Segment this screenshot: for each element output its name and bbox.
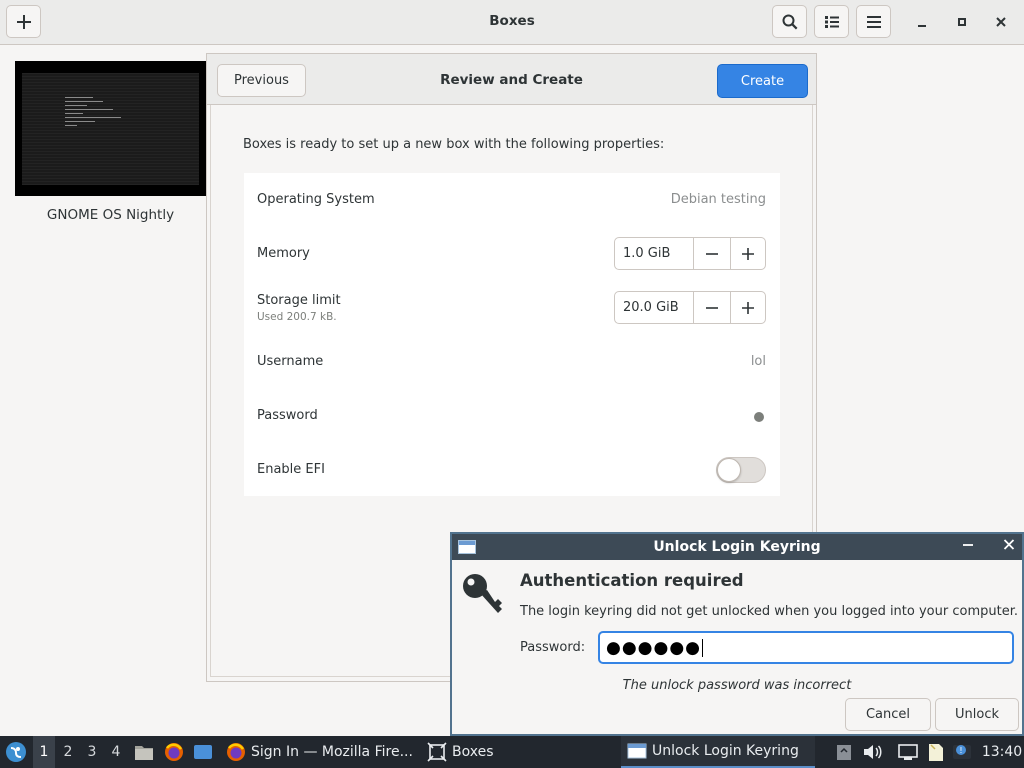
- boxes-icon: [427, 742, 447, 762]
- minus-icon: [705, 306, 718, 309]
- minimize-icon: [918, 25, 926, 27]
- maximize-button[interactable]: [949, 10, 975, 34]
- update-notification-icon: !: [953, 745, 971, 759]
- tray-clipboard[interactable]: [834, 736, 854, 768]
- storage-value[interactable]: 20.0 GiB: [615, 292, 694, 323]
- minimize-button[interactable]: [909, 10, 935, 34]
- keyring-error-message: The unlock password was incorrect: [622, 678, 852, 693]
- storage-decrease-button[interactable]: [694, 292, 730, 323]
- memory-decrease-button[interactable]: [694, 238, 730, 269]
- show-desktop-button[interactable]: [193, 736, 213, 768]
- os-label: Operating System: [257, 192, 375, 207]
- keyring-close-button[interactable]: [1003, 537, 1015, 555]
- task-firefox[interactable]: Sign In — Mozilla Fire...: [220, 736, 416, 768]
- box-thumbnail[interactable]: [15, 61, 206, 196]
- folder-icon: [135, 746, 153, 760]
- svg-text:!: !: [959, 746, 962, 755]
- notes-icon: [929, 744, 943, 761]
- memory-stepper[interactable]: 1.0 GiB: [614, 237, 766, 270]
- task-unlock-keyring[interactable]: Unlock Login Keyring: [621, 736, 815, 768]
- list-view-icon: [824, 15, 839, 28]
- task-label: Boxes: [452, 744, 494, 760]
- boxes-headerbar: Boxes: [0, 0, 1024, 45]
- volume-icon: [864, 745, 882, 759]
- minimize-icon: [963, 544, 973, 546]
- storage-used-label: Used 200.7 kB.: [257, 311, 337, 323]
- create-button[interactable]: Create: [717, 64, 808, 98]
- keyring-message: The login keyring did not get unlocked w…: [520, 604, 1018, 619]
- taskbar: 1 2 3 4 Sign In — Mozilla Fire... Boxes …: [0, 736, 1024, 768]
- memory-label: Memory: [257, 246, 310, 261]
- plus-icon: [741, 301, 754, 314]
- task-label: Unlock Login Keyring: [652, 743, 799, 759]
- search-icon: [782, 14, 797, 29]
- close-icon: [996, 17, 1006, 27]
- keyring-titlebar: Unlock Login Keyring: [452, 534, 1022, 560]
- distro-logo-icon: [6, 742, 26, 762]
- keyring-password-label: Password:: [520, 640, 586, 655]
- clipboard-icon: [837, 745, 851, 760]
- main-menu-button[interactable]: [856, 5, 891, 38]
- file-manager-launcher[interactable]: [134, 736, 154, 768]
- key-icon: [463, 574, 502, 613]
- tray-network[interactable]: [898, 736, 918, 768]
- efi-label: Enable EFI: [257, 462, 325, 477]
- keyring-password-field[interactable]: ●●●●●●: [598, 631, 1014, 664]
- clock[interactable]: 13:40: [980, 736, 1024, 768]
- hamburger-icon: [866, 15, 881, 28]
- properties-list: Operating System Debian testing Memory 1…: [244, 173, 780, 496]
- keyring-heading: Authentication required: [520, 571, 744, 590]
- workspace-2[interactable]: 2: [57, 736, 79, 768]
- storage-label: Storage limit: [257, 293, 341, 308]
- efi-toggle[interactable]: [716, 457, 766, 483]
- network-icon: [898, 744, 918, 760]
- workspace-1[interactable]: 1: [33, 736, 55, 768]
- username-value[interactable]: lol: [751, 354, 766, 369]
- unlock-keyring-dialog: Unlock Login Keyring Authentication requ…: [450, 532, 1024, 736]
- cancel-button[interactable]: Cancel: [845, 698, 931, 731]
- firefox-launcher[interactable]: [164, 736, 184, 768]
- task-label: Sign In — Mozilla Fire...: [251, 744, 413, 760]
- intro-text: Boxes is ready to set up a new box with …: [243, 137, 665, 152]
- plus-icon: [741, 247, 754, 260]
- tray-updates[interactable]: !: [952, 736, 972, 768]
- box-name-label: GNOME OS Nightly: [46, 207, 175, 223]
- application-menu-button[interactable]: [3, 736, 29, 768]
- dialog-header: Previous Review and Create Create: [207, 54, 816, 105]
- workspace-4[interactable]: 4: [105, 736, 127, 768]
- workspace-3[interactable]: 3: [81, 736, 103, 768]
- maximize-icon: [958, 18, 966, 26]
- minus-icon: [705, 252, 718, 255]
- tray-notes[interactable]: [926, 736, 946, 768]
- username-label: Username: [257, 354, 324, 369]
- memory-value[interactable]: 1.0 GiB: [615, 238, 694, 269]
- window-icon: [627, 743, 647, 759]
- unlock-button[interactable]: Unlock: [935, 698, 1019, 731]
- close-icon: [1003, 539, 1015, 550]
- firefox-icon: [165, 743, 183, 761]
- storage-increase-button[interactable]: [729, 292, 766, 323]
- storage-stepper[interactable]: 20.0 GiB: [614, 291, 766, 324]
- task-boxes[interactable]: Boxes: [421, 736, 611, 768]
- search-button[interactable]: [772, 5, 807, 38]
- view-mode-button[interactable]: [814, 5, 849, 38]
- keyring-password-masked: ●●●●●●: [606, 637, 702, 658]
- firefox-icon: [227, 743, 245, 761]
- keyring-dialog-title: Unlock Login Keyring: [653, 539, 821, 555]
- memory-increase-button[interactable]: [729, 238, 766, 269]
- close-button[interactable]: [988, 10, 1014, 34]
- keyring-minimize-button[interactable]: [962, 537, 974, 555]
- os-value: Debian testing: [670, 192, 766, 207]
- desktop-icon: [194, 745, 212, 759]
- password-masked-value[interactable]: [754, 412, 764, 422]
- password-label: Password: [257, 408, 318, 423]
- box-screen-preview: [22, 73, 199, 185]
- text-caret: [702, 638, 704, 657]
- tray-volume[interactable]: [862, 736, 882, 768]
- toggle-knob: [717, 458, 741, 482]
